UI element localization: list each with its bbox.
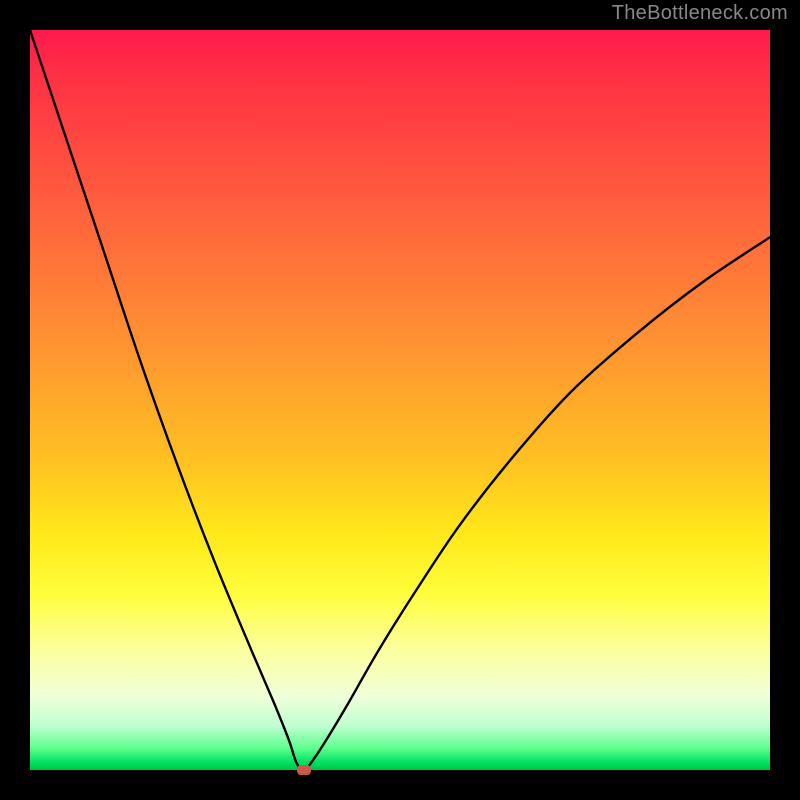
bottleneck-curve xyxy=(30,30,770,770)
plot-area xyxy=(30,30,770,770)
watermark-text: TheBottleneck.com xyxy=(612,2,788,25)
minimum-marker xyxy=(297,765,311,775)
chart-frame: TheBottleneck.com xyxy=(0,0,800,800)
